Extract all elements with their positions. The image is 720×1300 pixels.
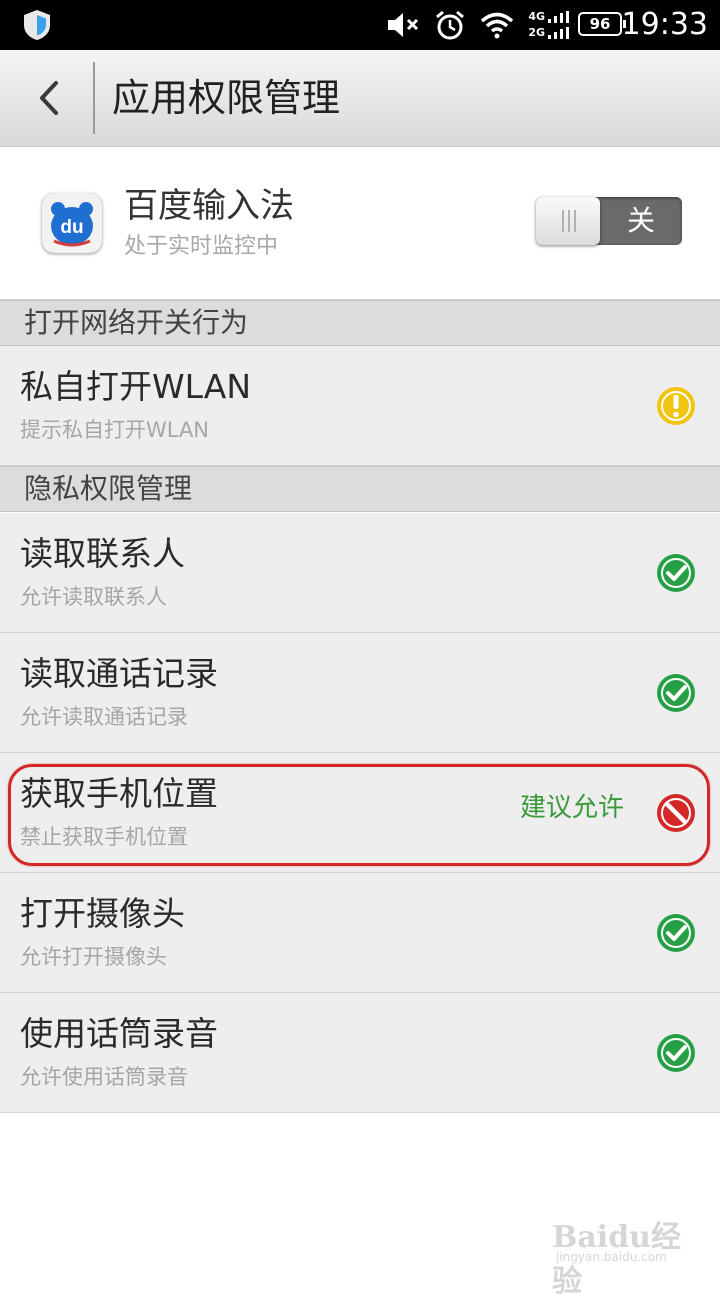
permission-title: 读取联系人 bbox=[20, 534, 185, 573]
warning-icon[interactable] bbox=[655, 385, 697, 427]
app-header: du 百度输入法 处于实时监控中 关 bbox=[0, 147, 720, 300]
shield-icon bbox=[24, 10, 50, 40]
check-icon[interactable] bbox=[655, 1032, 697, 1074]
section-title: 隐私权限管理 bbox=[24, 472, 193, 505]
permission-subtitle: 允许使用话筒录音 bbox=[20, 1065, 188, 1089]
network-2g-label: 2G bbox=[528, 26, 545, 39]
permission-row-microphone[interactable]: 使用话筒录音 允许使用话筒录音 bbox=[0, 993, 720, 1113]
permission-subtitle: 允许读取联系人 bbox=[20, 585, 167, 609]
clock: 19:33 bbox=[621, 7, 708, 42]
status-bar: 4G 2G 96 19:33 bbox=[0, 0, 720, 50]
permission-title: 读取通话记录 bbox=[20, 654, 218, 693]
check-icon[interactable] bbox=[655, 912, 697, 954]
permission-title: 打开摄像头 bbox=[20, 894, 185, 933]
mute-icon bbox=[388, 13, 419, 37]
section-header-network: 打开网络开关行为 bbox=[0, 300, 720, 346]
title-bar: 应用权限管理 bbox=[0, 50, 720, 147]
section-header-privacy: 隐私权限管理 bbox=[0, 466, 720, 512]
status-icons: 4G 2G bbox=[386, 6, 570, 44]
baidu-input-app-icon: du bbox=[42, 193, 102, 253]
toggle-grip bbox=[568, 210, 570, 232]
toggle-grip bbox=[562, 210, 564, 232]
monitor-toggle[interactable]: 关 bbox=[536, 197, 682, 245]
watermark-url: jingyan.baidu.com bbox=[556, 1250, 667, 1264]
alarm-icon bbox=[436, 10, 465, 40]
permission-row-contacts[interactable]: 读取联系人 允许读取联系人 bbox=[0, 513, 720, 633]
permission-subtitle: 允许打开摄像头 bbox=[20, 945, 167, 969]
battery-level: 96 bbox=[589, 15, 611, 33]
permission-subtitle: 允许读取通话记录 bbox=[20, 705, 188, 729]
page-title: 应用权限管理 bbox=[112, 76, 341, 120]
highlight-annotation bbox=[8, 764, 710, 866]
app-status: 处于实时监控中 bbox=[124, 234, 279, 259]
network-4g-label: 4G bbox=[528, 10, 545, 23]
signal-icon: 4G 2G bbox=[528, 11, 570, 39]
permission-row-wlan[interactable]: 私自打开WLAN 提示私自打开WLAN bbox=[0, 346, 720, 466]
baidu-watermark: Baidu经验 jingyan.baidu.com bbox=[552, 1212, 692, 1299]
chevron-left-icon[interactable] bbox=[30, 78, 70, 118]
app-icon-text: du bbox=[60, 217, 83, 238]
permission-title: 私自打开WLAN bbox=[20, 367, 252, 406]
battery-icon: 96 bbox=[578, 12, 626, 36]
permission-subtitle: 提示私自打开WLAN bbox=[20, 418, 210, 442]
permission-row-camera[interactable]: 打开摄像头 允许打开摄像头 bbox=[0, 873, 720, 993]
permission-title: 使用话筒录音 bbox=[20, 1014, 218, 1053]
check-icon[interactable] bbox=[655, 552, 697, 594]
check-icon[interactable] bbox=[655, 672, 697, 714]
toggle-knob[interactable] bbox=[536, 197, 600, 245]
wifi-icon bbox=[481, 12, 514, 39]
app-name: 百度输入法 bbox=[124, 186, 294, 226]
section-title: 打开网络开关行为 bbox=[24, 306, 249, 339]
toggle-grip bbox=[574, 210, 576, 232]
title-divider bbox=[93, 62, 95, 134]
toggle-label: 关 bbox=[626, 204, 655, 237]
permission-row-call-log[interactable]: 读取通话记录 允许读取通话记录 bbox=[0, 633, 720, 753]
